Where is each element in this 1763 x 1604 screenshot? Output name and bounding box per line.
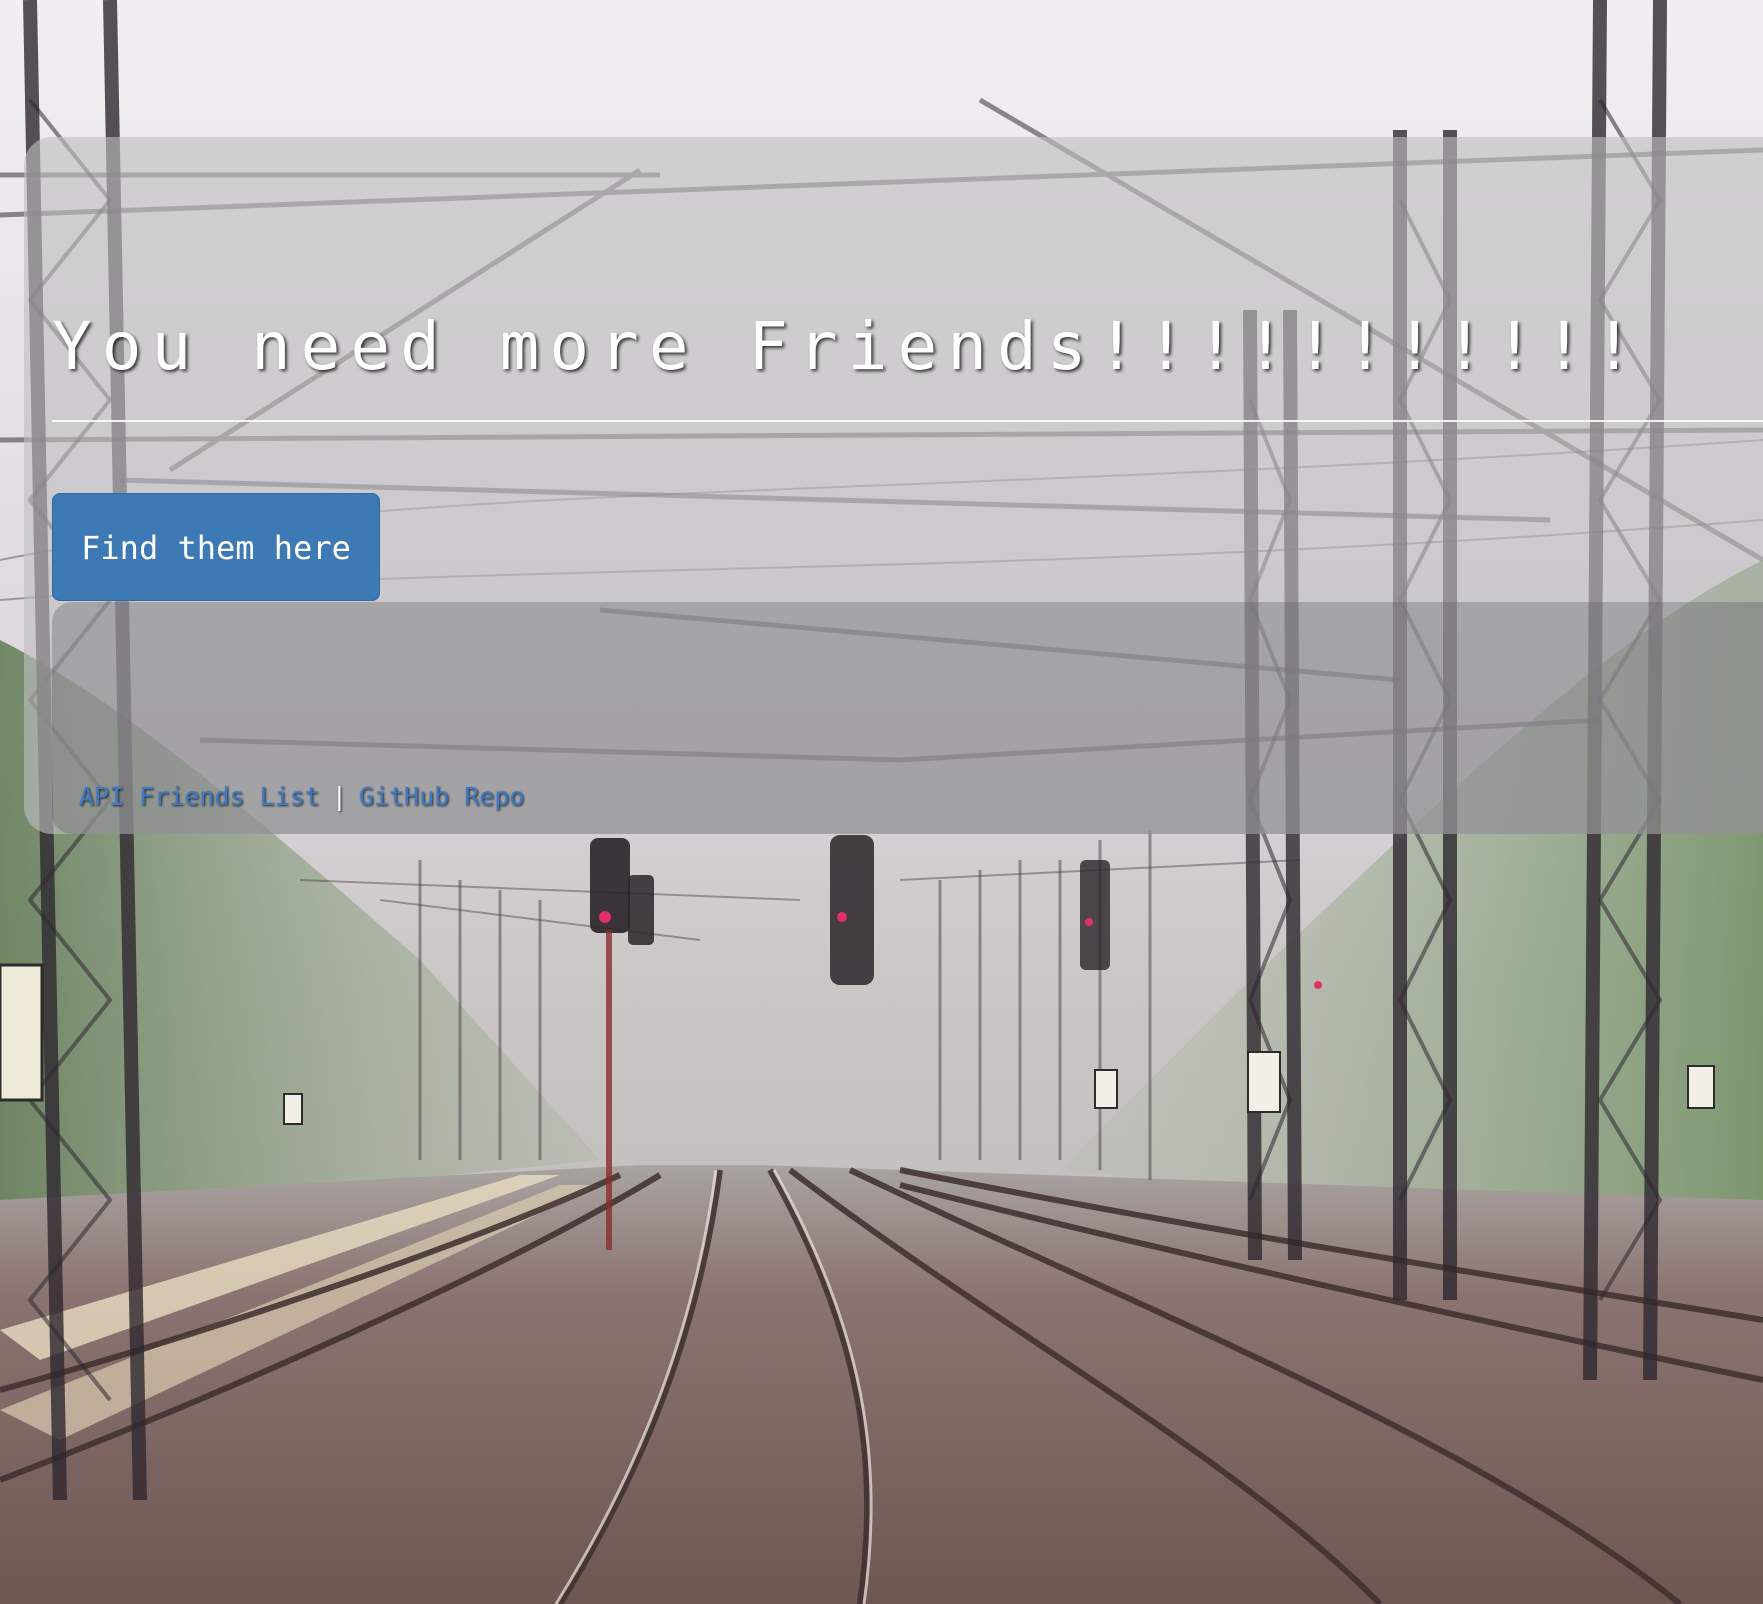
footer-separator: |: [331, 782, 347, 811]
page-title: You need more Friends!!!!!!!!!!!: [52, 308, 1644, 385]
footer-links: API Friends List | GitHub Repo: [79, 782, 524, 811]
divider: [52, 420, 1763, 422]
find-them-button[interactable]: Find them here: [52, 493, 380, 601]
api-friends-list-link[interactable]: API Friends List: [79, 782, 320, 811]
github-repo-link[interactable]: GitHub Repo: [359, 782, 525, 811]
